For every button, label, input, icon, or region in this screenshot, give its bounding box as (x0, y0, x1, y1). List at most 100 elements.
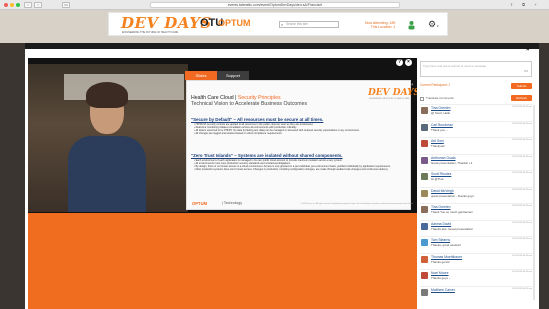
chat-message-text: Hi @Tina (431, 177, 444, 181)
close-window-button[interactable] (4, 3, 8, 7)
maximize-window-button[interactable] (16, 3, 20, 7)
back-button[interactable]: ‹ (24, 2, 32, 8)
player-background-band (28, 213, 417, 309)
chat-timestamp: 11/11/2020 08:28 am (511, 221, 532, 224)
location-count[interactable]: This Location: 1 (365, 25, 396, 29)
chat-timestamp: 11/11/2020 08:28 am (511, 122, 532, 125)
chat-message: Tina Greelen 11/11/2020 08:28 am @ Scott, … (420, 104, 533, 116)
chat-author-link[interactable]: Carl Boudreau (431, 123, 453, 127)
refresh-button[interactable]: Refresh (511, 95, 532, 101)
chat-timestamp: 11/11/2020 08:28 am (511, 205, 532, 207)
chat-author-link[interactable]: Arti Soni (431, 139, 444, 143)
modal-backdrop-left[interactable] (0, 43, 25, 309)
translate-checkbox[interactable] (420, 97, 424, 101)
submit-button[interactable]: Submit (511, 83, 532, 89)
chat-message-text: Thanks, great session! (431, 243, 462, 247)
share-icon[interactable]: ⇪ (508, 2, 515, 8)
avatar[interactable] (421, 222, 428, 230)
chat-message: Aasma David 11/11/2020 08:28 am Thanks alo… (420, 219, 533, 232)
avatar[interactable] (421, 272, 428, 279)
search-input[interactable]: Search this site (279, 21, 339, 28)
forward-button[interactable]: › (34, 2, 42, 8)
user-status-icon[interactable] (408, 21, 415, 30)
chat-message: Tom Stearns 11/11/2020 08:28 am Thanks, gr… (420, 236, 533, 248)
chat-timestamp: 11/11/2020 08:28 am (511, 139, 532, 141)
chat-author-link[interactable]: Anthunan Guala (431, 156, 456, 160)
slide-bullet: All changes are logged and retained base… (194, 132, 394, 135)
tab-slides[interactable]: Slides (185, 71, 217, 80)
slide-subtitle: Technical Vision to Accelerate Business … (191, 101, 308, 107)
chevron-down-icon: ▾ (437, 24, 439, 28)
avatar[interactable] (421, 288, 428, 296)
presenter-webcam (28, 64, 188, 212)
address-bar[interactable]: events.talenetic.com/event/OptumDevDays/… (150, 2, 400, 8)
chat-message-text: Thanks alot. Great presentation (431, 226, 474, 231)
avatar[interactable] (421, 173, 428, 180)
gear-icon[interactable]: ⚙ (428, 19, 436, 30)
chat-message: Matthew Carver 11/11/2020 08:28 am (420, 285, 533, 298)
chat-scrollbar[interactable] (533, 105, 535, 300)
browser-toolbar: ‹ › ▭ events.talenetic.com/event/OptumDe… (0, 0, 549, 10)
chat-author-link[interactable]: Scott Rhodes (431, 172, 451, 176)
close-player-button[interactable]: × (405, 59, 412, 66)
chat-message: Carl Boudreau 11/11/2020 08:28 am Thank yo… (420, 120, 533, 133)
dev-days-tagline: ENGINEERING THE FUTURE OF HEALTH CARE (122, 31, 179, 34)
chat-author-link[interactable]: Tom Stearns (431, 238, 450, 242)
slide-footer-copyright: © 2020 Optum, Inc. All rights reserved. … (300, 203, 414, 205)
translate-label: Translate Comments (426, 96, 454, 100)
avatar[interactable] (421, 156, 428, 164)
help-button[interactable]: ? (396, 59, 403, 66)
avatar[interactable] (421, 140, 428, 147)
chat-message-text: Thank You so much gentlemen! (431, 210, 474, 214)
chat-timestamp: 11/11/2020 08:28 am (511, 238, 532, 240)
chat-message-input[interactable]: Type here and press submit to send a mes… (420, 61, 532, 77)
sidebar-toggle-button[interactable]: ▭ (62, 2, 70, 8)
chat-message-text: Thank you.... (431, 127, 449, 132)
slide-section-heading: "Zero Trust Islands" – Systems are isola… (191, 153, 343, 158)
chat-message-text: Thanks gents! (431, 259, 450, 264)
modal-backdrop-right[interactable] (539, 43, 549, 309)
chat-message-text: Thanks guys - (431, 276, 450, 280)
participants-link[interactable]: Current Participant: 1 (420, 83, 450, 87)
optum-logo: OPTUM (218, 18, 251, 28)
chat-message: Arti Soni 11/11/2020 08:28 am Thankyou! (420, 137, 533, 149)
presenter-body (68, 136, 146, 212)
chat-author-link[interactable]: Tina Greelen (431, 205, 450, 209)
chat-author-link[interactable]: Tina Greelen (431, 106, 450, 110)
chat-author-link[interactable]: Noel Moore (431, 271, 449, 275)
slide-bullet: Most production systems have zero human … (194, 168, 394, 171)
avatar[interactable] (421, 107, 428, 114)
chat-message: Anthunan Guala 11/11/2020 08:28 am Great p… (420, 153, 533, 166)
slide-bullet-list: Each environment of each application is … (194, 159, 394, 171)
new-tab-icon[interactable]: + (532, 2, 539, 8)
dev-days-logo[interactable]: DEV DAYS (121, 14, 212, 32)
avatar[interactable] (421, 239, 428, 246)
chat-message-text: great presentation - thanks guys (431, 193, 474, 198)
attendance-info: Now Attending: 189 This Location: 1 (365, 21, 395, 29)
avatar[interactable] (421, 189, 428, 197)
slide-logo-tagline: ENGINEERING THE FUTURE OF HEALTH CARE (369, 98, 410, 100)
chat-message-text: Great presentation, Thanks! +1 (431, 160, 473, 165)
chat-char-count: 400 (524, 70, 529, 73)
chat-author-link[interactable]: Aasma David (431, 222, 451, 226)
presenter-hair (86, 82, 128, 108)
chat-author-link[interactable]: Matthew Carver (431, 288, 455, 292)
chat-timestamp: 11/11/2020 08:28 am (511, 254, 532, 257)
avatar[interactable] (421, 123, 428, 131)
modal-close-button[interactable]: × (526, 47, 530, 53)
avatar[interactable] (421, 206, 428, 213)
chat-author-link[interactable]: Thomas Muehlbauer (431, 255, 462, 259)
chat-message-text: Thankyou! (431, 144, 446, 148)
avatar[interactable] (421, 255, 428, 263)
tab-support[interactable]: Support (217, 71, 249, 80)
chat-author-link[interactable]: David McVeigh (431, 189, 454, 193)
chat-message: Scott Rhodes 11/11/2020 08:28 am Hi @Tina (420, 170, 533, 182)
tabs-icon[interactable]: ⧉ (520, 2, 527, 8)
chat-message: David McVeigh 11/11/2020 08:28 am great pr… (420, 186, 533, 199)
chat-timestamp: 11/11/2020 08:28 am (511, 106, 532, 108)
slide-bullet-list: HITRUST security controls are applied to… (194, 123, 394, 135)
chat-timestamp: 11/11/2020 08:28 am (511, 155, 532, 158)
minimize-window-button[interactable] (10, 3, 14, 7)
slide-section-heading: "Secure by Default" – All resources must… (191, 117, 324, 122)
chat-timestamp: 11/11/2020 08:28 am (511, 188, 532, 191)
